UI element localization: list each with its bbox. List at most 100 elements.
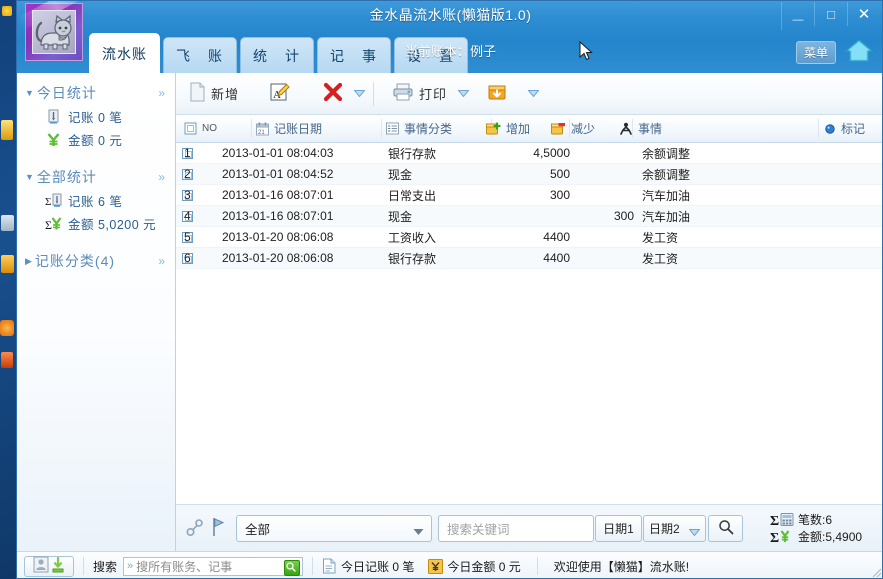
status-today-records-label: 今日记账 0 笔	[341, 559, 415, 574]
search-button[interactable]	[708, 515, 743, 542]
new-record-button[interactable]: 新增	[182, 77, 246, 111]
column-header-category[interactable]: 事情分类	[386, 115, 492, 142]
edit-note-icon: A	[269, 81, 291, 106]
tab-feizhang[interactable]: 飞 账	[163, 37, 237, 73]
dot-icon	[824, 123, 836, 135]
date1-label: 日期1	[603, 522, 634, 536]
login-icon	[51, 556, 65, 576]
export-dropdown-arrow[interactable]	[524, 79, 542, 109]
summary-amount-label: 金额:5,4900	[798, 530, 863, 544]
application-window: 金水晶流水账(懒猫版1.0) — □ ✕ 流水账 飞 账 统 计 记 事 设 置…	[16, 0, 883, 579]
svg-text:Σ: Σ	[770, 531, 779, 544]
tab-tongji[interactable]: 统 计	[240, 37, 314, 73]
content-area: ▼ 今日统计 » 记账 0 笔 金额 0 元 ▼ 全部统计 » Σ 记账 6 笔…	[17, 73, 882, 551]
print-button[interactable]: 打印	[385, 77, 454, 111]
maximize-button[interactable]: □	[814, 2, 847, 26]
new-record-label: 新增	[211, 87, 240, 102]
cell-thing: 汽车加油	[642, 188, 691, 203]
cell-dec	[576, 227, 634, 247]
status-today-amount: 今日金额 0 元	[428, 558, 521, 575]
menu-button[interactable]: 菜单	[795, 41, 836, 64]
cell-thing: 汽车加油	[642, 209, 691, 224]
cell-thing: 余额调整	[642, 167, 691, 182]
cell-dec	[576, 185, 634, 205]
resize-grip[interactable]	[870, 566, 882, 578]
export-button[interactable]	[480, 77, 514, 111]
column-header-decrease-label: 减少	[571, 122, 596, 136]
increase-icon	[486, 121, 501, 136]
sigma-yen-icon: Σ	[45, 216, 62, 232]
link-icon[interactable]	[186, 519, 206, 540]
table-row[interactable]: 3 2013-01-16 08:07:01 日常支出 300 汽车加油	[176, 185, 882, 206]
search-go-button[interactable]	[284, 559, 301, 576]
close-button[interactable]: ✕	[847, 2, 880, 26]
sidebar-item-all-records[interactable]: Σ 记账 6 笔	[17, 189, 175, 212]
status-today-records: 今日记账 0 笔	[322, 558, 414, 575]
person-icon	[619, 122, 633, 136]
sidebar-item-today-amount[interactable]: 金额 0 元	[17, 128, 175, 151]
sidebar-item-today-records[interactable]: 记账 0 笔	[17, 105, 175, 128]
column-divider[interactable]	[251, 119, 252, 138]
global-search-input[interactable]: » 搜所有账务、记事	[123, 556, 304, 576]
chevron-down-icon	[413, 525, 424, 539]
cell-cat: 现金	[388, 167, 413, 182]
desktop-icon-5	[0, 320, 14, 336]
sidebar-item-all-amount-label: 金额 5,0200 元	[68, 218, 157, 232]
sigma-pen-icon: Σ	[45, 193, 62, 209]
column-header-date[interactable]: 21 记账日期	[256, 115, 382, 142]
tab-liushuizhang[interactable]: 流水账	[89, 33, 160, 73]
sidebar-group-all-header[interactable]: ▼ 全部统计 »	[17, 165, 175, 189]
tab-shezhi[interactable]: 设 置	[394, 37, 468, 73]
sidebar-group-today: ▼ 今日统计 » 记账 0 笔 金额 0 元	[17, 81, 175, 151]
column-header-mark[interactable]: 标记	[824, 115, 882, 142]
column-divider[interactable]	[818, 119, 819, 138]
desktop-icon-2	[1, 120, 13, 140]
sidebar-group-categories: ▶ 记账分类(4) »	[17, 249, 175, 273]
tab-jishi[interactable]: 记 事	[317, 37, 391, 73]
table-row[interactable]: 6 2013-01-20 08:06:08 银行存款 4400 发工资	[176, 248, 882, 269]
chevron-right-icon[interactable]: »	[158, 170, 165, 184]
flag-icon[interactable]	[212, 517, 226, 540]
cell-cat: 银行存款	[388, 251, 437, 266]
table-row[interactable]: 2 2013-01-01 08:04:52 现金 500 余额调整	[176, 164, 882, 185]
column-header-no[interactable]: NO	[184, 115, 252, 142]
cell-mark	[828, 227, 878, 247]
amount-box-icon	[428, 558, 444, 574]
svg-text:Σ: Σ	[45, 196, 51, 208]
date2-label: 日期2	[649, 522, 680, 536]
cell-thing: 发工资	[642, 251, 679, 266]
list-icon	[386, 122, 399, 135]
main-tabs: 流水账 飞 账 统 计 记 事 设 置	[89, 32, 471, 73]
search-keyword-input[interactable]: 搜索关键词	[438, 515, 594, 542]
print-dropdown-arrow[interactable]	[454, 79, 472, 109]
svg-text:Σ: Σ	[770, 514, 779, 527]
cell-cat: 工资收入	[388, 230, 437, 245]
cell-inc: 500	[549, 167, 570, 181]
summary-count: Σ 笔数:6	[770, 511, 878, 528]
table-row[interactable]: 1 2013-01-01 08:04:03 银行存款 4,5000 余额调整	[176, 143, 882, 164]
export-box-icon	[487, 82, 507, 105]
table-row[interactable]: 4 2013-01-16 08:07:01 现金 300 汽车加油	[176, 206, 882, 227]
chevron-right-icon[interactable]: »	[158, 86, 165, 100]
cell-cat: 日常支出	[388, 188, 437, 203]
category-filter-value: 全部	[245, 523, 271, 537]
table-row[interactable]: 5 2013-01-20 08:06:08 工资收入 4400 发工资	[176, 227, 882, 248]
cell-dec	[576, 164, 634, 184]
delete-button[interactable]	[316, 77, 350, 111]
date2-button[interactable]: 日期2	[643, 515, 706, 542]
edit-button[interactable]: A	[262, 77, 298, 111]
home-icon[interactable]	[844, 37, 874, 65]
sidebar-group-categories-header[interactable]: ▶ 记账分类(4) »	[17, 249, 175, 273]
minimize-button[interactable]: —	[781, 2, 814, 30]
chevron-right-icon[interactable]: »	[158, 254, 165, 268]
sidebar-item-all-amount[interactable]: Σ 金额 5,0200 元	[17, 212, 175, 235]
category-filter-select[interactable]: 全部	[236, 515, 432, 542]
desktop-icon-4	[1, 255, 14, 273]
date1-button[interactable]: 日期1	[595, 515, 642, 542]
delete-dropdown-arrow[interactable]	[350, 79, 368, 109]
column-divider[interactable]	[381, 119, 382, 138]
user-account-button[interactable]	[24, 555, 74, 577]
cell-mark	[828, 164, 878, 184]
sidebar-group-today-header[interactable]: ▼ 今日统计 »	[17, 81, 175, 105]
column-header-thing[interactable]: 事情	[619, 115, 819, 142]
